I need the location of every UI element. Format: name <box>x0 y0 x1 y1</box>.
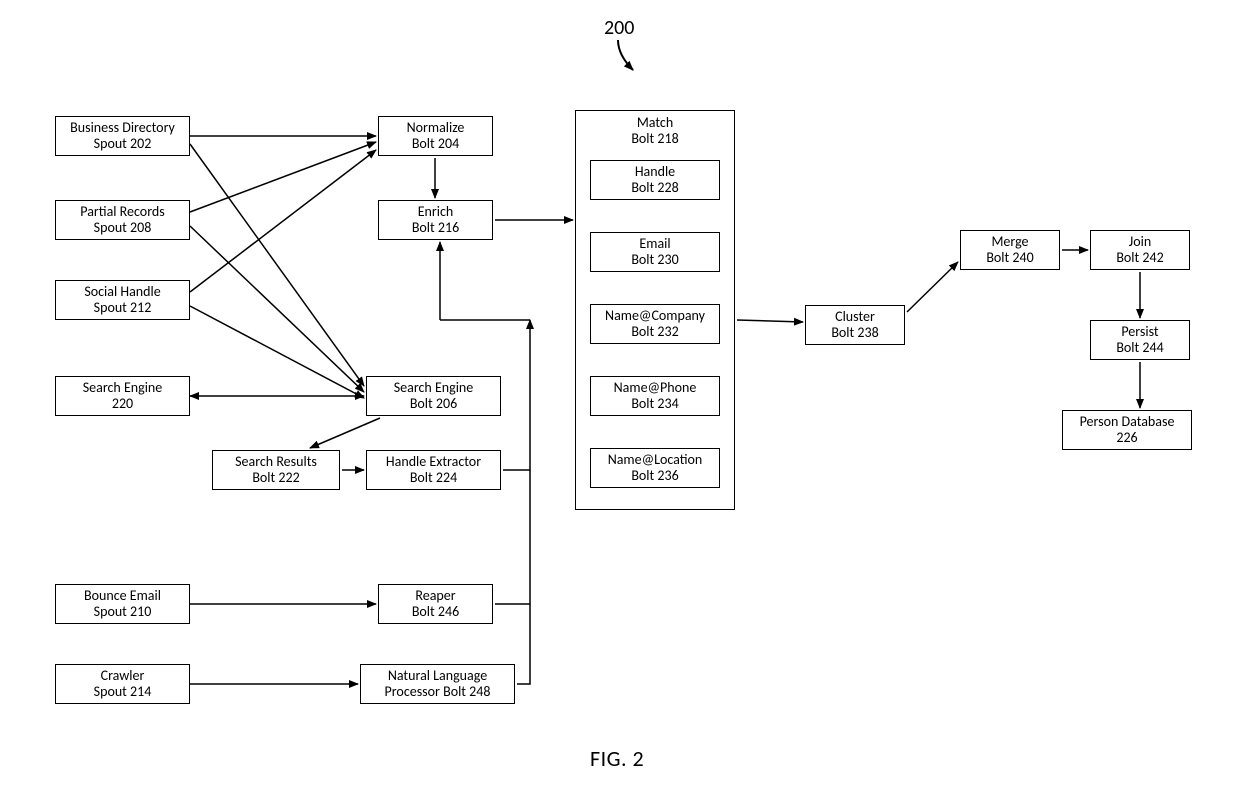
label: Handle Extractor <box>386 454 481 470</box>
label: Bolt 234 <box>631 396 678 412</box>
label: Spout 212 <box>94 300 152 316</box>
label: Bolt 224 <box>410 470 457 486</box>
label: Enrich <box>418 204 454 220</box>
label: Join <box>1129 234 1151 250</box>
label: Search Results <box>235 454 317 470</box>
label: Bolt 204 <box>412 136 459 152</box>
label: Spout 208 <box>94 220 152 236</box>
box-reaper: Reaper Bolt 246 <box>378 584 493 624</box>
label: Social Handle <box>84 284 160 300</box>
box-match-handle: Handle Bolt 228 <box>590 160 720 200</box>
label: Bolt 228 <box>631 180 678 196</box>
box-match-company: Name@Company Bolt 232 <box>590 304 720 344</box>
label: Bounce Email <box>84 588 161 604</box>
box-match-location: Name@Location Bolt 236 <box>590 448 720 488</box>
label: Crawler <box>101 668 145 684</box>
label: Bolt 218 <box>576 131 734 147</box>
label: Bolt 240 <box>986 250 1033 266</box>
label: Persist <box>1121 324 1158 340</box>
label: Name@Phone <box>614 380 697 396</box>
box-bounce-email: Bounce Email Spout 210 <box>55 584 190 624</box>
label: Person Database <box>1080 414 1175 430</box>
label: Partial Records <box>80 204 164 220</box>
label: Bolt 216 <box>412 220 459 236</box>
label: Email <box>639 236 670 252</box>
label: Spout 210 <box>94 604 152 620</box>
label: Spout 214 <box>94 684 152 700</box>
box-handle-extractor: Handle Extractor Bolt 224 <box>366 450 501 490</box>
label: Natural Language <box>388 668 487 684</box>
label: Bolt 236 <box>631 468 678 484</box>
box-normalize: Normalize Bolt 204 <box>378 116 493 156</box>
label: Cluster <box>835 309 875 325</box>
reference-number: 200 <box>604 16 634 40</box>
label: Bolt 206 <box>410 396 457 412</box>
label: 220 <box>112 396 133 412</box>
label: Name@Company <box>605 308 705 324</box>
box-person-database: Person Database 226 <box>1062 410 1192 450</box>
box-social-handle: Social Handle Spout 212 <box>55 280 190 320</box>
box-partial-records: Partial Records Spout 208 <box>55 200 190 240</box>
label: Match <box>576 115 734 131</box>
figure-label: FIG. 2 <box>590 745 644 772</box>
box-search-engine-bolt: Search Engine Bolt 206 <box>366 376 501 416</box>
box-nlp: Natural Language Processor Bolt 248 <box>360 664 515 704</box>
box-crawler: Crawler Spout 214 <box>55 664 190 704</box>
label: Spout 202 <box>94 136 152 152</box>
label: Name@Location <box>608 452 703 468</box>
label: Bolt 222 <box>252 470 299 486</box>
box-match-phone: Name@Phone Bolt 234 <box>590 376 720 416</box>
box-persist: Persist Bolt 244 <box>1090 320 1190 360</box>
label: Handle <box>635 164 675 180</box>
label: 226 <box>1116 430 1137 446</box>
box-match-email: Email Bolt 230 <box>590 232 720 272</box>
diagram-canvas: 200 Business Directory Spout 202 Partial… <box>0 0 1240 805</box>
label: Bolt 242 <box>1116 250 1163 266</box>
box-search-results: Search Results Bolt 222 <box>212 450 340 490</box>
label: Reaper <box>415 588 455 604</box>
label: Normalize <box>407 120 465 136</box>
box-search-engine: Search Engine 220 <box>55 376 190 416</box>
label: Bolt 232 <box>631 324 678 340</box>
label: Bolt 238 <box>831 325 878 341</box>
box-business-directory: Business Directory Spout 202 <box>55 116 190 156</box>
box-merge: Merge Bolt 240 <box>960 230 1060 270</box>
label: Business Directory <box>70 120 175 136</box>
label: Bolt 244 <box>1116 340 1163 356</box>
label: Bolt 230 <box>631 252 678 268</box>
label: Merge <box>991 234 1028 250</box>
box-cluster: Cluster Bolt 238 <box>805 305 905 345</box>
match-header: Match Bolt 218 <box>576 115 734 147</box>
box-enrich: Enrich Bolt 216 <box>378 200 493 240</box>
label: Bolt 246 <box>412 604 459 620</box>
label: Processor Bolt 248 <box>385 684 491 700</box>
label: Search Engine <box>394 380 474 396</box>
label: Search Engine <box>83 380 163 396</box>
box-join: Join Bolt 242 <box>1090 230 1190 270</box>
